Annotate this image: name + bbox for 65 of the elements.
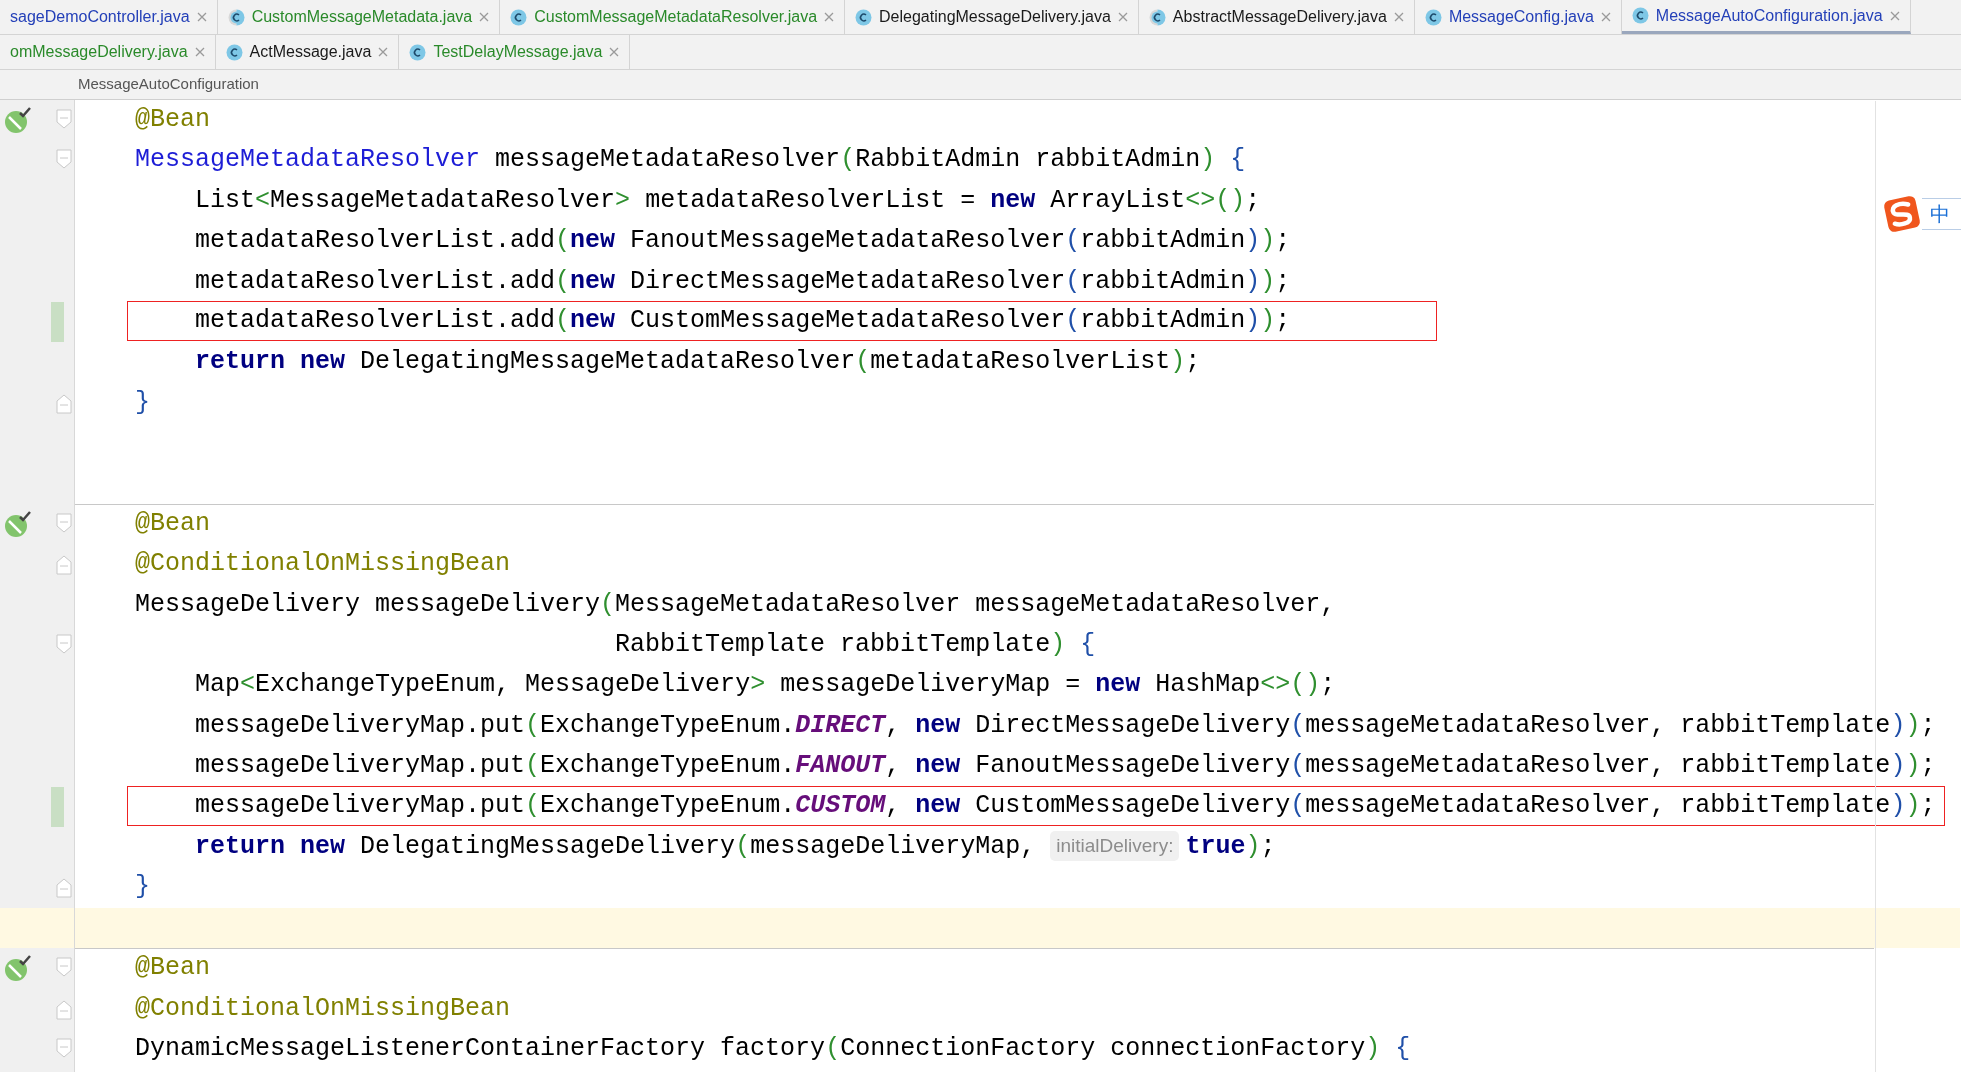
ime-mode-indicator[interactable]: 中: [1922, 198, 1961, 230]
fold-marker-icon[interactable]: [56, 878, 72, 899]
close-icon[interactable]: [1117, 12, 1128, 22]
bean-icon[interactable]: [4, 509, 32, 538]
code-line: @ConditionalOnMissingBean: [135, 992, 511, 1025]
class-icon: [510, 8, 528, 26]
code-line: List<MessageMetadataResolver> metadataResolverList = new ArrayList<>();: [194, 184, 1261, 217]
fold-marker-icon[interactable]: [56, 109, 72, 129]
code-line: }: [135, 386, 150, 419]
code-line: messageDeliveryMap.put(ExchangeTypeEnum.CUSTOM, new CustomMessageDelivery(messageMetadataResolver, rabbitTemplate));: [194, 789, 1936, 822]
fold-marker-icon[interactable]: [56, 999, 72, 1020]
code-line: messageDeliveryMap.put(ExchangeTypeEnum.DIRECT, new DirectMessageDelivery(messageMetadataResolver, rabbitTemplate));: [194, 709, 1936, 742]
abstract-class-icon: [1148, 8, 1166, 26]
code-line: MessageMetadataResolver messageMetadataResolver(RabbitAdmin rabbitAdmin) {: [135, 144, 1246, 177]
code-line: DynamicMessageListenerContainerFactory factory(ConnectionFactory connectionFactory) {: [135, 1033, 1411, 1065]
editor-tab[interactable]: TestDelayMessage.java: [399, 35, 631, 69]
code-line: @Bean: [135, 104, 210, 136]
change-marker[interactable]: [51, 301, 64, 343]
editor-tab[interactable]: DelegatingMessageDelivery.java: [845, 0, 1139, 34]
change-marker[interactable]: [51, 786, 64, 828]
code-line: @Bean: [135, 952, 210, 985]
editor-tab[interactable]: omMessageDelivery.java: [0, 35, 216, 69]
class-icon: [855, 8, 873, 26]
code-line: return new DelegatingMessageMetadataResolver(metadataResolverList);: [194, 346, 1201, 379]
close-icon[interactable]: [479, 12, 490, 22]
code-line: metadataResolverList.add(new CustomMessageMetadataResolver(rabbitAdmin));: [194, 304, 1291, 337]
class-icon: [1631, 7, 1649, 24]
breadcrumb[interactable]: MessageAutoConfiguration: [78, 73, 259, 96]
fold-marker-icon[interactable]: [56, 957, 72, 978]
close-icon[interactable]: [609, 47, 620, 57]
fold-marker-icon[interactable]: [56, 555, 72, 576]
editor-tab[interactable]: MessageConfig.java: [1414, 0, 1622, 34]
bean-icon[interactable]: [4, 106, 32, 134]
class-icon: [409, 43, 427, 61]
close-icon[interactable]: [194, 47, 205, 57]
code-line: MessageDelivery messageDelivery(MessageMetadataResolver messageMetadataResolver,: [135, 588, 1336, 621]
close-icon[interactable]: [378, 47, 389, 57]
code-line: metadataResolverList.add(new FanoutMessageMetadataResolver(rabbitAdmin));: [194, 225, 1291, 258]
fold-marker-icon[interactable]: [56, 1038, 72, 1058]
code-line: Map<ExchangeTypeEnum, MessageDelivery> messageDeliveryMap = new HashMap<>();: [194, 669, 1336, 702]
class-icon: [1424, 8, 1442, 26]
close-icon[interactable]: [824, 12, 835, 22]
editor-tab[interactable]: CustomMessageMetadataResolver.java: [500, 0, 846, 34]
fold-marker-icon[interactable]: [56, 393, 72, 414]
abstract-class-icon: [227, 8, 245, 26]
code-line: return new DelegatingMessageDelivery(messageDeliveryMap, initialDelivery: true);: [194, 830, 1276, 864]
editor-tab[interactable]: AbstractMessageDelivery.java: [1138, 0, 1415, 34]
close-icon[interactable]: [1600, 12, 1611, 22]
code-line: metadataResolverList.add(new DirectMessageMetadataResolver(rabbitAdmin));: [194, 265, 1291, 298]
code-line: }: [135, 871, 150, 904]
editor-tab[interactable]: CustomMessageMetadata.java: [217, 0, 501, 34]
code-line: @Bean: [135, 507, 210, 540]
close-icon[interactable]: [1889, 10, 1900, 21]
class-icon: [225, 43, 243, 61]
bean-icon[interactable]: [4, 954, 32, 983]
code-line: @ConditionalOnMissingBean: [135, 548, 511, 581]
fold-marker-icon[interactable]: [56, 634, 72, 655]
close-icon[interactable]: [196, 12, 207, 22]
editor-tab[interactable]: ActMessage.java: [215, 35, 400, 69]
fold-marker-icon[interactable]: [56, 149, 72, 170]
close-icon[interactable]: [1393, 12, 1404, 22]
code-line: RabbitTemplate rabbitTemplate) {: [614, 629, 1096, 662]
editor-tab[interactable]: sageDemoController.java: [0, 0, 218, 34]
fold-marker-icon[interactable]: [56, 512, 72, 533]
code-line: messageDeliveryMap.put(ExchangeTypeEnum.FANOUT, new FanoutMessageDelivery(messageMetadataResolver, rabbitTemplate));: [194, 750, 1936, 783]
